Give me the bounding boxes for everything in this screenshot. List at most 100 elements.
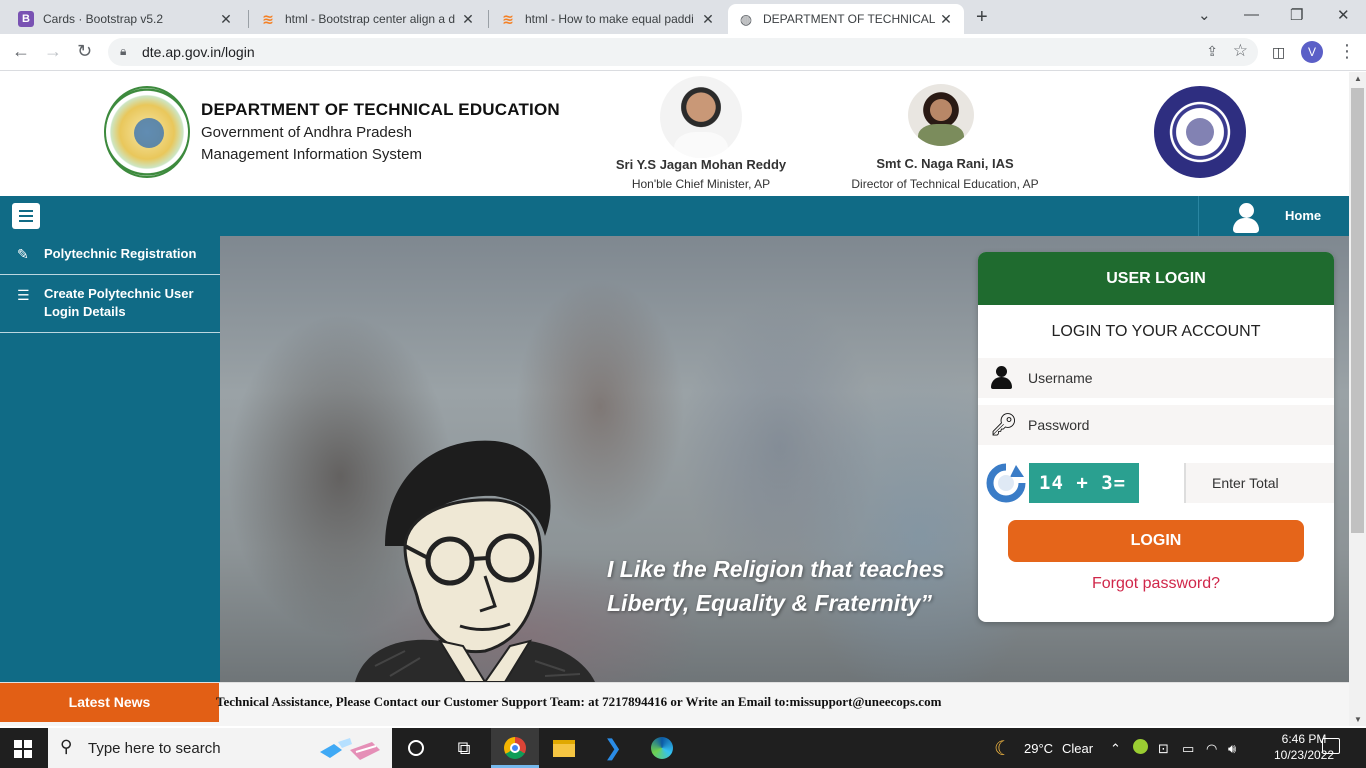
taskbar-search-box[interactable]: ⚲ Type here to search (48, 728, 392, 768)
latest-news-label: Latest News (0, 683, 219, 722)
chief-minister-name: Sri Y.S Jagan Mohan Reddy (615, 157, 787, 172)
close-tab-icon[interactable]: ✕ (218, 11, 234, 28)
scrollbar-thumb[interactable] (1351, 88, 1364, 533)
tab-stackoverflow-1[interactable]: ≋ html - Bootstrap center align a d ✕ (250, 4, 486, 34)
profile-avatar[interactable]: V (1301, 41, 1323, 63)
password-placeholder: Password (1028, 417, 1090, 433)
department-title: DEPARTMENT OF TECHNICAL EDUCATION (201, 100, 560, 119)
back-icon[interactable]: ← (12, 41, 30, 62)
url-text[interactable]: dte.ap.gov.in/login (142, 44, 255, 60)
news-ticker: Technical Assistance, Please Contact our… (216, 694, 942, 709)
login-card: USER LOGIN LOGIN TO YOUR ACCOUNT Usernam… (978, 252, 1334, 622)
page-scrollbar[interactable]: ▲ ▼ (1349, 72, 1366, 726)
latest-news-bar: Latest News Technical Assistance, Please… (0, 682, 1349, 726)
forward-icon[interactable]: → (44, 41, 62, 62)
windows-start-icon[interactable] (14, 740, 32, 758)
browser-menu-icon[interactable]: ⋮ (1338, 41, 1356, 62)
battery-icon[interactable]: ▭ (1182, 741, 1194, 757)
tab-dte-active[interactable]: ◍ DEPARTMENT OF TECHNICAL ED ✕ (728, 4, 964, 34)
minimize-icon[interactable]: — (1244, 6, 1259, 23)
sidebar-item-polytechnic-registration[interactable]: ✎ Polytechnic Registration (0, 236, 220, 275)
restore-icon[interactable]: ❐ (1290, 6, 1303, 24)
scroll-down-icon[interactable]: ▼ (1354, 715, 1362, 724)
tab-search-chevron-icon[interactable]: ⌄ (1198, 6, 1211, 24)
bootstrap-icon: B (18, 11, 34, 27)
show-hidden-icons-chevron-icon[interactable]: ⌃ (1110, 741, 1121, 757)
weather-moon-icon[interactable]: ☾ (994, 736, 1012, 761)
sidebar-item-label: Polytechnic Registration (44, 246, 197, 261)
chief-minister-photo (660, 76, 742, 158)
vscode-icon[interactable]: ❯ (600, 735, 626, 760)
captcha-question: 14 + 3= (1029, 463, 1139, 503)
close-window-icon[interactable]: ✕ (1337, 6, 1350, 24)
close-tab-icon[interactable]: ✕ (460, 11, 476, 28)
ap-government-emblem (104, 86, 190, 178)
scroll-up-icon[interactable]: ▲ (1354, 74, 1362, 83)
lock-icon: 🔒︎ (120, 44, 127, 58)
username-field[interactable]: Username (978, 358, 1334, 398)
site-header: DEPARTMENT OF TECHNICAL EDUCATION Govern… (0, 72, 1349, 196)
sidebar-item-create-user-login[interactable]: ☰ Create Polytechnic User Login Details (0, 275, 220, 333)
tab-title: html - Bootstrap center align a d (285, 12, 456, 26)
director-name: Smt C. Naga Rani, IAS (876, 156, 1014, 171)
tab-separator (248, 10, 249, 28)
close-tab-icon[interactable]: ✕ (938, 11, 954, 28)
user-icon (990, 366, 1012, 390)
meet-now-icon[interactable]: ⊡ (1158, 741, 1169, 757)
username-placeholder: Username (1028, 370, 1093, 386)
list-icon: ☰ (17, 287, 30, 303)
new-tab-icon[interactable]: + (976, 6, 988, 29)
page-viewport: DEPARTMENT OF TECHNICAL EDUCATION Govern… (0, 72, 1349, 726)
captcha-total-input[interactable]: Enter Total (1184, 463, 1334, 503)
close-tab-icon[interactable]: ✕ (700, 11, 716, 28)
volume-icon[interactable]: 🔊︎ (1228, 741, 1236, 757)
app-tray-icon[interactable] (1133, 739, 1148, 757)
globe-icon: ◍ (739, 10, 753, 27)
chief-minister-role: Hon'ble Chief Minister, AP (631, 177, 771, 191)
side-panel-icon[interactable]: ◫ (1272, 44, 1285, 61)
notification-icon[interactable] (1322, 738, 1340, 754)
tab-bootstrap-cards[interactable]: B Cards · Bootstrap v5.2 ✕ (8, 4, 244, 34)
browser-tab-bar: B Cards · Bootstrap v5.2 ✕ ≋ html - Boot… (0, 0, 1366, 34)
edit-icon: ✎ (17, 246, 29, 262)
file-explorer-icon[interactable] (551, 736, 577, 760)
password-field[interactable]: 🔑︎ Password (978, 405, 1334, 445)
tab-title: html - How to make equal paddi (525, 12, 694, 26)
bookmark-star-icon[interactable]: ☆ (1233, 41, 1248, 61)
portrait-sketch-image (355, 440, 595, 682)
forgot-password-link[interactable]: Forgot password? (978, 575, 1334, 593)
wifi-icon[interactable]: ◠ (1206, 741, 1217, 757)
weather-temperature[interactable]: 29°C (1024, 741, 1053, 756)
login-subtitle: LOGIN TO YOUR ACCOUNT (1051, 323, 1261, 340)
sidebar-item-label: Create Polytechnic User Login Details (44, 286, 194, 319)
share-icon[interactable]: ⇪ (1206, 43, 1218, 60)
windows-taskbar: ⚲ Type here to search ⧉ ❯ ☾ 29°C Clear ⌃… (0, 728, 1366, 768)
user-icon[interactable] (1233, 203, 1259, 233)
tab-separator (488, 10, 489, 28)
director-photo (908, 84, 974, 146)
chrome-icon[interactable] (502, 736, 528, 760)
tab-stackoverflow-2[interactable]: ≋ html - How to make equal paddi ✕ (490, 4, 726, 34)
weather-condition[interactable]: Clear (1062, 741, 1093, 756)
refresh-captcha-icon[interactable] (986, 463, 1026, 503)
tab-title: Cards · Bootstrap v5.2 (43, 12, 164, 26)
login-header: USER LOGIN (978, 252, 1334, 305)
state-board-emblem (1154, 86, 1246, 178)
director-role: Director of Technical Education, AP (851, 177, 1039, 191)
cortana-icon[interactable] (403, 736, 429, 760)
home-link[interactable]: Home (1285, 208, 1321, 223)
hamburger-menu-icon[interactable] (12, 203, 40, 229)
tab-title: DEPARTMENT OF TECHNICAL ED (763, 12, 938, 26)
reload-icon[interactable]: ↻ (77, 41, 92, 62)
search-icon: ⚲ (60, 737, 73, 756)
browser-toolbar: ← → ↻ 🔒︎ dte.ap.gov.in/login ⇪ ☆ (0, 34, 1366, 71)
taskbar-search-placeholder: Type here to search (88, 740, 221, 757)
stackoverflow-icon: ≋ (502, 10, 514, 27)
search-highlight-icon (320, 738, 380, 760)
stackoverflow-icon: ≋ (262, 10, 274, 27)
task-view-icon[interactable]: ⧉ (451, 736, 477, 760)
login-button[interactable]: LOGIN (1008, 520, 1304, 562)
sidebar: ✎ Polytechnic Registration ☰ Create Poly… (0, 236, 220, 682)
edge-icon[interactable] (649, 736, 675, 760)
address-bar[interactable]: 🔒︎ dte.ap.gov.in/login ⇪ ☆ (108, 38, 1258, 66)
